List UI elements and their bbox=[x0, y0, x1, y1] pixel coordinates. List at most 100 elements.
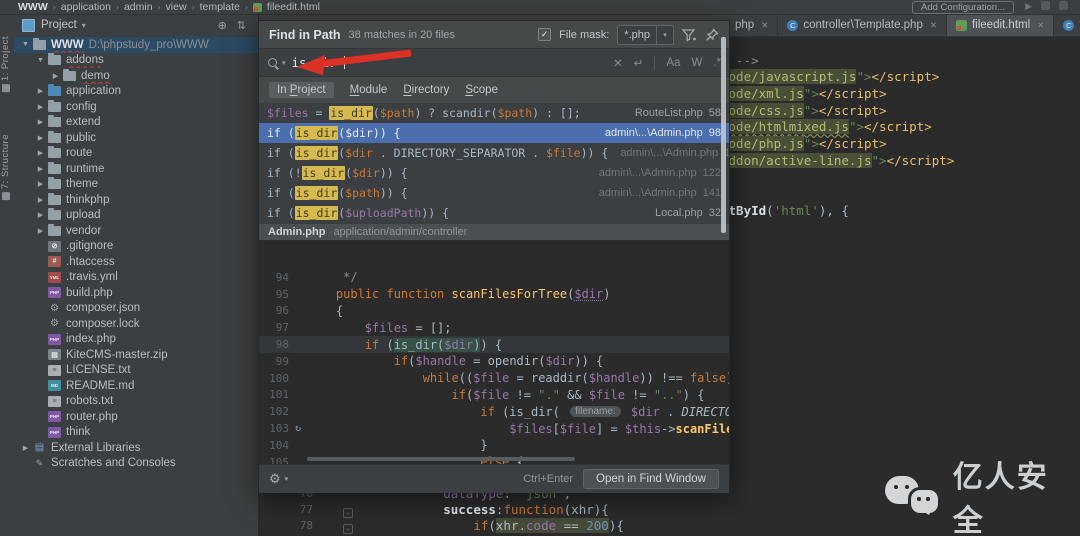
tree-arrow-icon[interactable]: ▶ bbox=[35, 118, 46, 126]
breadcrumb-item[interactable]: template bbox=[200, 1, 240, 13]
breadcrumb-item[interactable]: application bbox=[61, 1, 111, 13]
line-number: 95 bbox=[275, 287, 289, 301]
tree-item[interactable]: ▶ thinkphp bbox=[14, 192, 258, 208]
shortcut-hint: Ctrl+Enter bbox=[523, 473, 574, 485]
chevron-down-icon[interactable]: ▾ bbox=[82, 21, 86, 30]
tree-item[interactable]: ▶ ▤ External Libraries bbox=[14, 440, 258, 456]
editor-code-area[interactable]: >\ -->mode/javascript.js"></script>mode/… bbox=[726, 36, 1080, 246]
search-history-icon[interactable]: ▾ bbox=[282, 59, 286, 67]
tree-item[interactable]: ⊘ .gitignore bbox=[14, 239, 258, 255]
tree-arrow-icon[interactable]: ▶ bbox=[35, 211, 46, 219]
close-icon[interactable]: ✕ bbox=[761, 20, 768, 31]
run-icon[interactable]: ▶ bbox=[1025, 1, 1032, 12]
result-row[interactable]: if (is_dir($dir)) {admin\...\Admin.php 98 bbox=[259, 123, 729, 143]
result-row[interactable]: if (is_dir($dir . DIRECTORY_SEPARATOR . … bbox=[259, 143, 729, 163]
tree-arrow-icon[interactable]: ▼ bbox=[35, 57, 46, 64]
editor-tab[interactable]: Cthink\Temp bbox=[1054, 14, 1080, 36]
filter-icon[interactable] bbox=[682, 28, 697, 42]
file-mask-checkbox[interactable]: ✓ bbox=[538, 28, 552, 41]
tree-arrow-icon[interactable]: ▼ bbox=[20, 41, 31, 48]
breadcrumb-item[interactable]: view bbox=[166, 1, 187, 13]
tree-arrow-icon[interactable]: ▶ bbox=[35, 196, 46, 204]
tree-arrow-icon[interactable]: ▶ bbox=[35, 165, 46, 173]
tree-arrow-icon[interactable]: ▶ bbox=[35, 227, 46, 235]
tree-item[interactable]: # .htaccess bbox=[14, 254, 258, 270]
preview-editor[interactable]: 94 */95 public function scanFilesForTree… bbox=[259, 241, 729, 464]
tree-item[interactable]: PHP think bbox=[14, 425, 258, 441]
tree-item[interactable]: ▶ runtime bbox=[14, 161, 258, 177]
tree-item[interactable]: ✎ Scratches and Consoles bbox=[14, 456, 258, 472]
editor-tab[interactable]: php ✕ bbox=[726, 14, 779, 36]
result-row[interactable]: if (! is_dir($dir)) {admin\...\Admin.php 1… bbox=[259, 163, 729, 183]
tree-arrow-icon[interactable]: ▶ bbox=[35, 103, 46, 111]
tree-item[interactable]: ⚙ composer.json bbox=[14, 301, 258, 317]
search-field[interactable]: ▾ is_dir ✕ ↵ Aa W .* bbox=[259, 48, 729, 77]
tree-arrow-icon[interactable]: ▶ bbox=[35, 149, 46, 157]
words-icon[interactable]: W bbox=[691, 57, 702, 69]
breadcrumb-item[interactable]: admin bbox=[124, 1, 153, 13]
editor-bottom-code[interactable]: 76 dataType: 'json', 77 ⌄ success: function… bbox=[258, 486, 730, 536]
close-icon[interactable]: ✕ bbox=[930, 20, 937, 31]
regex-icon[interactable]: .* bbox=[713, 57, 721, 69]
tree-item[interactable]: ▼ addons bbox=[14, 53, 258, 69]
result-row[interactable]: if (is_dir($uploadPath)) {Local.php 32 bbox=[259, 203, 729, 223]
editor-tab[interactable]: fileedit.html ✕ bbox=[946, 14, 1055, 36]
scope-tab-directory[interactable]: Directory bbox=[403, 84, 449, 96]
tree-item[interactable]: ▶ extend bbox=[14, 115, 258, 131]
tree-item[interactable]: ≡ robots.txt bbox=[14, 394, 258, 410]
collapse-all-icon[interactable]: ⇅ bbox=[237, 19, 246, 32]
fold-marker-icon[interactable]: ⌄ bbox=[313, 518, 383, 534]
tree-item[interactable]: ▶ application bbox=[14, 84, 258, 100]
tree-arrow-icon[interactable]: ▶ bbox=[35, 87, 46, 95]
horizontal-scrollbar[interactable] bbox=[307, 457, 575, 461]
add-configuration-button[interactable]: Add Configuration... bbox=[912, 1, 1014, 14]
debug-icon[interactable] bbox=[1041, 1, 1050, 12]
gear-icon[interactable]: ⚙ bbox=[269, 471, 281, 487]
tree-item[interactable]: YML .travis.yml bbox=[14, 270, 258, 286]
profiler-icon[interactable] bbox=[1059, 1, 1068, 12]
clear-icon[interactable]: ✕ bbox=[613, 56, 623, 70]
tree-item[interactable]: PHP router.php bbox=[14, 409, 258, 425]
tree-item[interactable]: ▶ vendor bbox=[14, 223, 258, 239]
tree-item[interactable]: ▶ demo bbox=[14, 68, 258, 84]
tree-item[interactable]: ▶ public bbox=[14, 130, 258, 146]
result-row[interactable]: $files = is_dir($path) ? scandir($path) … bbox=[259, 103, 729, 123]
tree-arrow-icon[interactable]: ▶ bbox=[20, 444, 31, 452]
file-mask-combo[interactable]: *.php ▾ bbox=[617, 24, 674, 45]
scope-tab-in-project[interactable]: In Project bbox=[269, 82, 334, 98]
fold-marker-icon[interactable]: ⌄ bbox=[313, 502, 383, 518]
pin-icon[interactable] bbox=[705, 27, 719, 42]
result-file-ref: Local.php 32 bbox=[643, 207, 721, 219]
search-input[interactable]: is_dir bbox=[292, 55, 337, 70]
tree-item[interactable]: MD README.md bbox=[14, 378, 258, 394]
newline-icon[interactable]: ↵ bbox=[634, 56, 644, 70]
open-in-find-window-button[interactable]: Open in Find Window bbox=[583, 469, 719, 489]
editor-tab[interactable]: Ccontroller\Template.php ✕ bbox=[778, 14, 947, 36]
locate-file-icon[interactable]: ⊕ bbox=[218, 19, 227, 32]
tree-arrow-icon[interactable]: ▶ bbox=[35, 134, 46, 142]
match-case-icon[interactable]: Aa bbox=[666, 57, 680, 69]
tree-item[interactable]: ▤ KiteCMS-master.zip bbox=[14, 347, 258, 363]
tree-item[interactable]: ▶ upload bbox=[14, 208, 258, 224]
tree-item[interactable]: PHP build.php bbox=[14, 285, 258, 301]
scope-tab-module[interactable]: Module bbox=[350, 84, 388, 96]
tree-item[interactable]: PHP index.php bbox=[14, 332, 258, 348]
breadcrumb-item[interactable]: fileedit.html bbox=[267, 1, 320, 13]
tool-window-project[interactable]: 1: Project bbox=[0, 36, 14, 95]
scope-tab-scope[interactable]: Scope bbox=[465, 84, 498, 96]
project-panel-title[interactable]: Project bbox=[41, 19, 77, 31]
dialog-scrollbar[interactable] bbox=[721, 37, 726, 233]
tool-window-structure[interactable]: 7: Structure bbox=[0, 134, 14, 203]
tree-item[interactable]: ▶ route bbox=[14, 146, 258, 162]
tree-item[interactable]: ▼ WWW D:\phpstudy_pro\WWW bbox=[14, 37, 258, 53]
result-row[interactable]: if (is_dir($path)) {admin\...\Admin.php 1… bbox=[259, 183, 729, 203]
tree-item[interactable]: ▶ config bbox=[14, 99, 258, 115]
tree-item[interactable]: ▶ theme bbox=[14, 177, 258, 193]
breadcrumb-item[interactable]: WWW bbox=[18, 1, 48, 13]
tree-item[interactable]: ≡ LICENSE.txt bbox=[14, 363, 258, 379]
chevron-down-icon[interactable]: ▾ bbox=[656, 25, 673, 44]
tree-item[interactable]: ⚙ composer.lock bbox=[14, 316, 258, 332]
tree-arrow-icon[interactable]: ▶ bbox=[50, 72, 61, 80]
tree-arrow-icon[interactable]: ▶ bbox=[35, 180, 46, 188]
close-icon[interactable]: ✕ bbox=[1037, 20, 1044, 31]
